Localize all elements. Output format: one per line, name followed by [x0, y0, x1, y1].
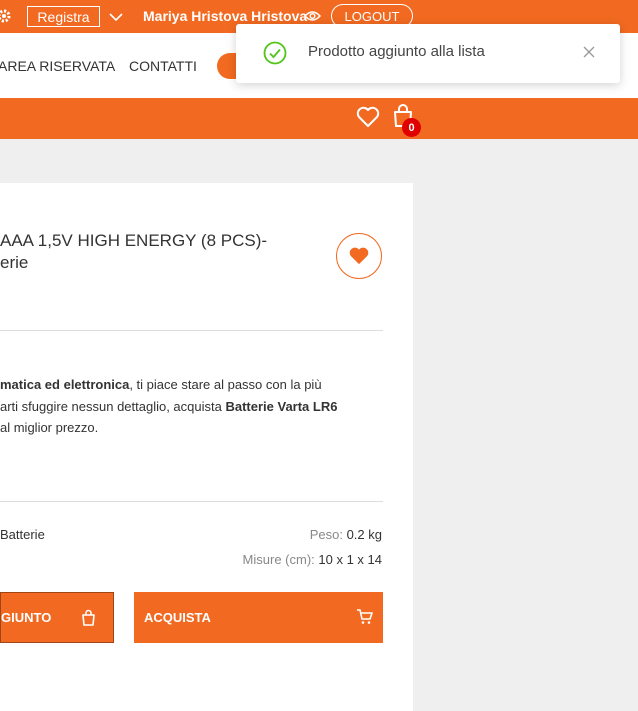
buy-button[interactable]: ACQUISTA [134, 592, 383, 643]
added-to-list-button[interactable]: GIUNTO [0, 592, 114, 643]
added-label: GIUNTO [1, 610, 52, 625]
product-size: Misure (cm): 10 x 1 x 14 [243, 552, 382, 567]
product-description: matica ed elettronica, ti piace stare al… [0, 374, 383, 439]
favorite-button[interactable] [336, 233, 382, 279]
buy-label: ACQUISTA [144, 610, 211, 625]
nav-item-area-riservata[interactable]: AREA RISERVATA [0, 58, 115, 74]
size-label: Misure (cm): [242, 552, 315, 567]
icon-bar: 0 [0, 98, 638, 139]
divider [0, 330, 383, 331]
heart-filled-icon [349, 247, 369, 265]
product-title-line1: AAA 1,5V HIGH ENERGY (8 PCS)- [0, 231, 268, 250]
divider [0, 501, 383, 502]
eye-icon[interactable] [304, 9, 321, 23]
product-title: AAA 1,5V HIGH ENERGY (8 PCS)- erie [0, 230, 300, 274]
desc-bold-1: matica ed elettronica [0, 377, 130, 392]
cart-icon [357, 609, 373, 624]
register-button[interactable]: Registra [27, 6, 100, 27]
size-value: 10 x 1 x 14 [318, 552, 382, 567]
weight-value: 0.2 kg [346, 527, 382, 542]
chevron-down-icon[interactable] [108, 9, 124, 25]
product-weight: Peso: 0.2 kg [310, 527, 382, 542]
gear-icon[interactable] [0, 8, 12, 24]
success-toast: Prodotto aggiunto alla lista [236, 24, 620, 83]
heart-icon[interactable] [356, 106, 380, 128]
shopping-bag-icon [82, 609, 95, 626]
weight-label: Peso: [309, 527, 343, 542]
cart-count-badge: 0 [402, 118, 421, 137]
check-circle-icon [263, 41, 287, 65]
product-card: AAA 1,5V HIGH ENERGY (8 PCS)- erie matic… [0, 183, 413, 711]
close-icon[interactable] [583, 46, 595, 58]
product-title-line2: erie [0, 253, 29, 272]
desc-bold-2: Batterie Varta LR6 [225, 398, 338, 414]
desc-text-1: , ti piace stare al passo con la più [129, 377, 322, 392]
desc-text-2: arti sfuggire nessun dettaglio, acquista [0, 398, 226, 414]
toast-message: Prodotto aggiunto alla lista [308, 43, 485, 60]
nav-item-contatti[interactable]: CONTATTI [129, 58, 197, 74]
desc-text-3: al miglior prezzo. [0, 420, 99, 435]
user-name[interactable]: Mariya Hristova Hristova [143, 8, 307, 24]
product-category[interactable]: Batterie [0, 527, 45, 542]
